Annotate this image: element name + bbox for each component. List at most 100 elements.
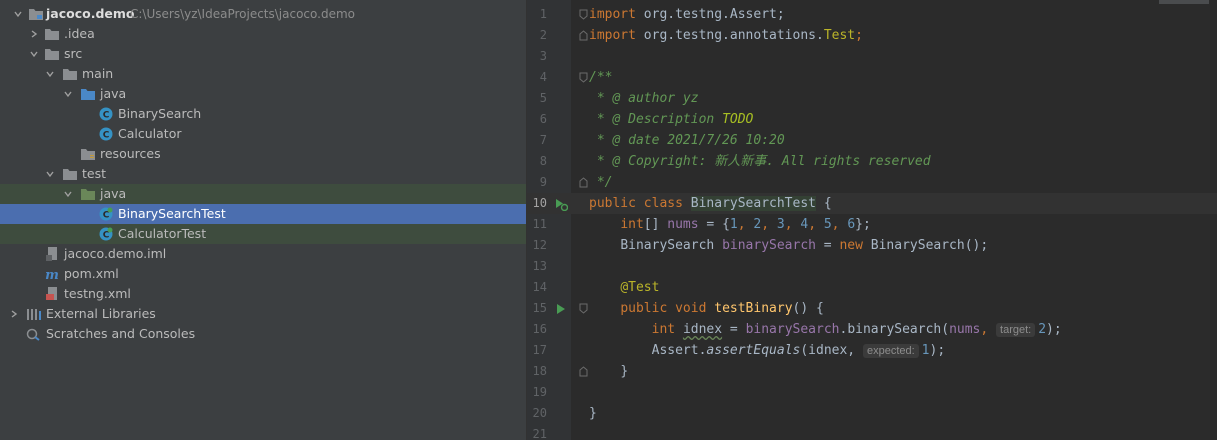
library-icon <box>26 304 42 324</box>
run-test-icon[interactable] <box>554 298 568 319</box>
resources-folder-icon <box>80 144 96 164</box>
tree-row-testng[interactable]: testng.xml <box>0 284 526 304</box>
tree-label-pom: pom.xml <box>64 266 119 281</box>
code-line-20[interactable]: 20 } <box>527 403 1217 424</box>
tree-label-resources: resources <box>100 146 161 161</box>
code-line-2[interactable]: 2 import org.testng.annotations.Test; <box>527 25 1217 46</box>
chevron-down-icon[interactable] <box>44 64 56 84</box>
folder-icon <box>44 24 60 44</box>
code-line-11[interactable]: 11 int[] nums = {1, 2, 3, 4, 5, 6}; <box>527 214 1217 235</box>
code-line-18[interactable]: 18 } <box>527 361 1217 382</box>
xml-file-icon <box>44 284 60 304</box>
parameter-hint-expected: expected: <box>862 344 919 358</box>
fold-marker-icon[interactable] <box>578 172 588 193</box>
code-line-1[interactable]: 1 import org.testng.Assert; <box>527 4 1217 25</box>
tree-row-iml[interactable]: jacoco.demo.iml <box>0 244 526 264</box>
line-number: 16 <box>532 322 547 336</box>
code-text: public class BinarySearchTest { <box>589 196 832 211</box>
tree-row-main-java[interactable]: java <box>0 84 526 104</box>
code-text: * @ Copyright: 新人新事. All rights reserved <box>589 154 931 169</box>
chevron-down-icon[interactable] <box>44 164 56 184</box>
tree-row-scratches[interactable]: Scratches and Consoles <box>0 324 526 344</box>
svg-text:m: m <box>45 268 59 281</box>
code-line-14[interactable]: 14 @Test <box>527 277 1217 298</box>
line-number: 15 <box>532 301 547 315</box>
tree-row-pom[interactable]: m pom.xml <box>0 264 526 284</box>
fold-marker-icon[interactable] <box>578 298 588 319</box>
line-number: 11 <box>532 217 547 231</box>
folder-icon <box>44 44 60 64</box>
code-line-9[interactable]: 9 */ <box>527 172 1217 193</box>
code-text: Assert.assertEquals(idnex, expected: 1); <box>651 343 946 358</box>
chevron-right-icon[interactable] <box>28 24 40 44</box>
code-line-13[interactable]: 13 <box>527 256 1217 277</box>
fold-marker-icon[interactable] <box>578 4 588 25</box>
code-text: int idnex = binarySearch.binarySearch(nu… <box>651 322 1062 337</box>
line-number: 20 <box>532 406 547 420</box>
tree-row-test-java[interactable]: java <box>0 184 526 204</box>
tree-row-main[interactable]: main <box>0 64 526 84</box>
code-line-3[interactable]: 3 <box>527 46 1217 67</box>
tree-row-idea[interactable]: .idea <box>0 24 526 44</box>
chevron-down-icon[interactable] <box>12 4 24 24</box>
line-number: 18 <box>532 364 547 378</box>
tree-label-binarysearch: BinarySearch <box>118 106 202 121</box>
line-number: 2 <box>539 28 547 42</box>
line-number: 7 <box>539 133 547 147</box>
code-text: } <box>620 364 629 379</box>
tree-label-scratches: Scratches and Consoles <box>46 326 196 341</box>
tree-row-binarysearch[interactable]: C BinarySearch <box>0 104 526 124</box>
module-folder-icon <box>28 4 44 24</box>
chevron-down-icon[interactable] <box>62 84 74 104</box>
code-text: import org.testng.Assert; <box>589 7 785 22</box>
project-root-path: C:\Users\yz\IdeaProjects\jacoco.demo <box>130 7 355 21</box>
code-line-4[interactable]: 4 /** <box>527 67 1217 88</box>
code-line-5[interactable]: 5 * @ author yz <box>527 88 1217 109</box>
fold-marker-icon[interactable] <box>578 67 588 88</box>
code-text: * @ author yz <box>589 91 699 106</box>
line-number: 3 <box>539 49 547 63</box>
code-line-8[interactable]: 8 * @ Copyright: 新人新事. All rights reserv… <box>527 151 1217 172</box>
run-all-tests-icon[interactable] <box>554 193 568 214</box>
tree-label-iml: jacoco.demo.iml <box>64 246 167 261</box>
tree-row-src[interactable]: src <box>0 44 526 64</box>
tree-row-test[interactable]: test <box>0 164 526 184</box>
fold-marker-icon[interactable] <box>578 361 588 382</box>
code-line-7[interactable]: 7 * @ date 2021/7/26 10:20 <box>527 130 1217 151</box>
code-line-19[interactable]: 19 <box>527 382 1217 403</box>
code-editor[interactable]: 1 import org.testng.Assert; 2 import org… <box>527 0 1217 440</box>
tree-row-calculator[interactable]: C Calculator <box>0 124 526 144</box>
tree-label-calculator: Calculator <box>118 126 182 141</box>
code-text: import org.testng.annotations.Test; <box>589 28 863 43</box>
chevron-right-icon[interactable] <box>8 304 20 324</box>
code-text: int[] nums = {1, 2, 3, 4, 5, 6}; <box>620 217 871 232</box>
code-line-12[interactable]: 12 BinarySearch binarySearch = new Binar… <box>527 235 1217 256</box>
tree-row-root[interactable]: jacoco.demo C:\Users\yz\IdeaProjects\jac… <box>0 4 526 24</box>
tree-row-external-libraries[interactable]: External Libraries <box>0 304 526 324</box>
line-number: 4 <box>539 70 547 84</box>
code-line-10[interactable]: 10 public class BinarySearchTest { <box>527 193 1217 214</box>
chevron-down-icon[interactable] <box>62 184 74 204</box>
tree-row-binarysearchtest[interactable]: C BinarySearchTest <box>0 204 526 224</box>
code-line-17[interactable]: 17 Assert.assertEquals(idnex, expected: 1… <box>527 340 1217 361</box>
code-line-6[interactable]: 6 * @ Description TODO <box>527 109 1217 130</box>
code-line-15[interactable]: 15 public void testBinary() { <box>527 298 1217 319</box>
code-line-16[interactable]: 16 int idnex = binarySearch.binarySearch… <box>527 319 1217 340</box>
tree-row-resources[interactable]: resources <box>0 144 526 164</box>
chevron-down-icon[interactable] <box>28 44 40 64</box>
line-number: 6 <box>539 112 547 126</box>
source-folder-icon <box>80 84 96 104</box>
tree-label-src: src <box>64 46 83 61</box>
fold-marker-icon[interactable] <box>578 25 588 46</box>
line-number: 13 <box>532 259 547 273</box>
project-root-name: jacoco.demo <box>46 6 135 21</box>
project-tool-window: jacoco.demo C:\Users\yz\IdeaProjects\jac… <box>0 0 526 440</box>
java-class-icon: C <box>98 104 114 124</box>
tree-row-calculatortest[interactable]: C CalculatorTest <box>0 224 526 244</box>
test-class-icon: C <box>98 204 114 224</box>
code-text: * @ date 2021/7/26 10:20 <box>589 133 785 148</box>
code-line-21[interactable]: 21 <box>527 424 1217 440</box>
tree-label-testng: testng.xml <box>64 286 131 301</box>
code-text: */ <box>589 175 613 190</box>
code-text: /** <box>589 70 613 85</box>
